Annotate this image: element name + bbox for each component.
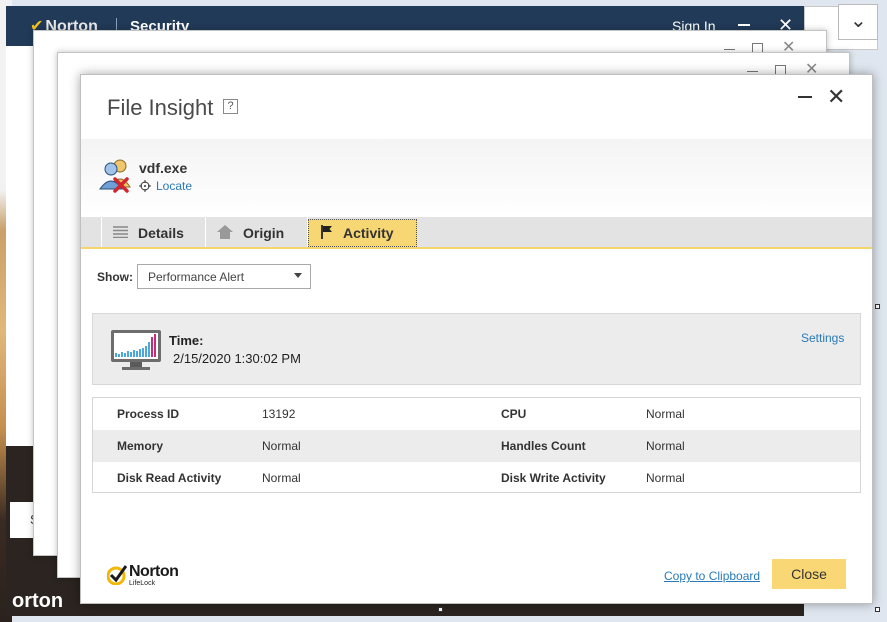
monitor-icon xyxy=(111,330,161,370)
caret-down-icon xyxy=(294,273,302,278)
file-name: vdf.exe xyxy=(139,160,188,176)
stat-value: Normal xyxy=(262,471,301,485)
stat-label: Process ID xyxy=(117,407,180,421)
norton-lifelock-logo: Norton LifeLock xyxy=(107,563,189,591)
show-filter-dropdown[interactable]: Performance Alert xyxy=(137,264,311,289)
file-header xyxy=(81,139,872,217)
minimize-button[interactable] xyxy=(798,96,812,98)
stat-value: 13192 xyxy=(262,407,296,421)
minimize-icon[interactable] xyxy=(724,49,735,50)
flag-icon xyxy=(321,224,333,242)
stat-value: Normal xyxy=(646,407,685,421)
stat-label: Disk Write Activity xyxy=(501,471,606,485)
tab-label: Origin xyxy=(243,225,285,241)
stat-value: Normal xyxy=(646,439,685,453)
resize-handle[interactable] xyxy=(875,607,880,612)
tab-bar: Details Origin Activity xyxy=(81,217,872,249)
close-button[interactable]: Close xyxy=(772,559,846,589)
stat-label: Handles Count xyxy=(501,439,586,453)
time-value: 2/15/2020 1:30:02 PM xyxy=(173,351,301,366)
crosshair-icon[interactable] xyxy=(139,180,151,192)
users-warning-icon xyxy=(99,159,131,193)
show-label: Show: xyxy=(97,270,133,284)
stat-label: Memory xyxy=(117,439,164,453)
settings-link[interactable]: Settings xyxy=(801,331,844,345)
dialog-title: File Insight xyxy=(107,95,214,120)
list-icon xyxy=(113,225,128,241)
tab-activity[interactable]: Activity xyxy=(308,219,417,247)
file-insight-dialog: File Insight ? ✕ vdf.exe Locate Details … xyxy=(80,74,873,604)
stats-table: Process ID 13192 CPU Normal Memory Norma… xyxy=(92,397,861,493)
tab-origin[interactable]: Origin xyxy=(217,219,309,247)
minimize-icon[interactable] xyxy=(747,71,758,72)
stat-label: Disk Read Activity xyxy=(117,471,222,485)
table-row: Process ID 13192 CPU Normal xyxy=(93,398,860,430)
tab-label: Activity xyxy=(343,225,394,241)
norton-check-icon xyxy=(107,565,127,585)
stat-value: Normal xyxy=(646,471,685,485)
chevron-down-icon[interactable]: ⌄ xyxy=(850,8,867,33)
table-row: Memory Normal Handles Count Normal xyxy=(93,430,860,462)
table-row: Disk Read Activity Normal Disk Write Act… xyxy=(93,462,860,494)
performance-alert-panel: Time: 2/15/2020 1:30:02 PM Settings xyxy=(92,313,861,385)
stat-value: Normal xyxy=(262,439,301,453)
bottom-brand-text: orton xyxy=(12,590,64,612)
time-label: Time: xyxy=(169,333,204,348)
logo-subtext: LifeLock xyxy=(129,580,156,587)
stat-label: CPU xyxy=(501,407,527,421)
tab-divider xyxy=(101,217,102,247)
help-icon[interactable]: ? xyxy=(223,99,238,114)
resize-handle[interactable] xyxy=(875,304,880,309)
locate-link[interactable]: Locate xyxy=(156,179,192,193)
tab-label: Details xyxy=(138,225,184,241)
tab-details[interactable]: Details xyxy=(113,219,205,247)
home-icon xyxy=(217,224,233,242)
dropdown-value: Performance Alert xyxy=(148,270,245,284)
tab-divider xyxy=(205,217,206,247)
close-icon[interactable]: ✕ xyxy=(827,86,845,108)
main-minimize-button[interactable] xyxy=(738,24,750,26)
copy-to-clipboard-link[interactable]: Copy to Clipboard xyxy=(664,569,760,583)
logo-brand: Norton xyxy=(129,563,179,580)
resize-handle[interactable] xyxy=(438,607,443,612)
